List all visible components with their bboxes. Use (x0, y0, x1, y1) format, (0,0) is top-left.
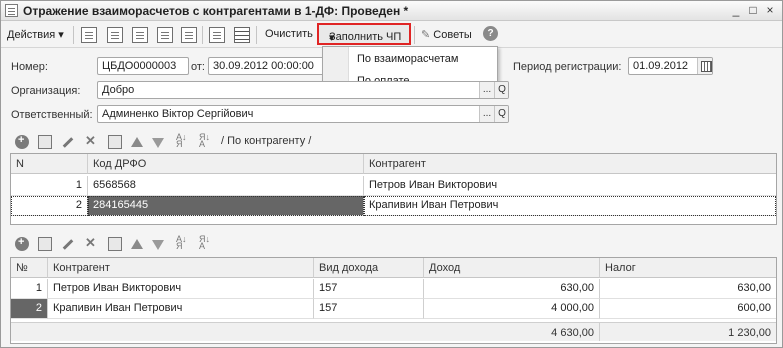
delete-row-icon[interactable]: ✕ (85, 235, 96, 251)
contractor-cell[interactable]: Петров Иван Викторович (364, 176, 776, 196)
contractor-cell[interactable]: Петров Иван Викторович (48, 279, 314, 299)
save-document-icon[interactable] (181, 27, 197, 43)
tips-label: Советы (433, 29, 472, 41)
tips-icon: ✎ (421, 29, 431, 41)
edit-row-icon[interactable] (62, 137, 74, 148)
search-icon[interactable]: Q (494, 82, 508, 98)
column-header-contractor[interactable]: Контрагент (364, 154, 776, 174)
row-number[interactable]: 2 (11, 196, 88, 216)
column-header-code[interactable]: Код ДРФО (88, 154, 364, 174)
contractors-table: N Код ДРФО Контрагент 1 6568568 Петров И… (10, 153, 777, 225)
organization-select-button[interactable]: ... (479, 82, 494, 98)
totals-spacer (11, 322, 424, 341)
clear-button[interactable]: Очистить (265, 28, 313, 40)
column-header-n[interactable]: № (11, 258, 48, 278)
document-icon (5, 4, 18, 17)
income-kind-cell[interactable]: 157 (314, 299, 424, 319)
sort-desc-icon[interactable]: Я↓ A (199, 133, 210, 149)
end-edit-icon[interactable] (108, 237, 122, 251)
menu-item-by-settlements[interactable]: По взаиморасчетам (357, 53, 458, 65)
tax-cell[interactable]: 600,00 (600, 299, 776, 319)
copy-row-icon[interactable] (38, 237, 52, 251)
reread-document-icon[interactable] (157, 27, 173, 43)
move-down-icon[interactable] (152, 240, 164, 250)
toolbar-divider (202, 26, 203, 44)
date-value: 30.09.2012 00:00:00 (213, 60, 314, 72)
structure-icon[interactable] (234, 27, 250, 43)
calendar-icon[interactable] (697, 58, 712, 74)
post-and-close-icon[interactable] (107, 27, 123, 43)
window-title: Отражение взаиморасчетов с контрагентами… (23, 4, 409, 18)
help-icon[interactable]: ? (483, 26, 498, 41)
column-header-n[interactable]: N (11, 154, 88, 174)
income-kind-cell[interactable]: 157 (314, 279, 424, 299)
minimize-button[interactable]: _ (728, 3, 744, 18)
end-edit-icon[interactable] (108, 135, 122, 149)
sort-desc-icon[interactable]: Я↓ A (199, 235, 210, 251)
number-field[interactable]: ЦБДО0000003 (97, 57, 189, 75)
tax-cell[interactable]: 630,00 (600, 279, 776, 299)
toolbar-divider (256, 26, 257, 44)
organization-field[interactable]: Добро ... Q (97, 81, 509, 99)
move-up-icon[interactable] (131, 239, 143, 249)
column-header-income-kind[interactable]: Вид дохода (314, 258, 424, 278)
chevron-down-icon: ▾ (329, 32, 335, 44)
contractor-cell[interactable]: Крапивин Иван Петрович (364, 196, 776, 216)
from-label: от: (191, 61, 205, 73)
tax-total: 1 230,00 (600, 322, 776, 341)
row-number-selected[interactable]: 2 (11, 299, 48, 319)
organization-value: Добро (102, 84, 135, 96)
responsible-label: Ответственный: (11, 109, 93, 121)
date-field[interactable]: 30.09.2012 00:00:00 (208, 57, 325, 75)
income-total: 4 630,00 (424, 322, 600, 341)
code-cell-selected[interactable]: 284165445 (88, 196, 364, 216)
fill-chp-button[interactable]: Заполнить ЧП ▾ (317, 23, 411, 45)
edit-row-icon[interactable] (62, 239, 74, 250)
code-cell[interactable]: 6568568 (88, 176, 364, 196)
fill-chp-label: Заполнить ЧП (329, 31, 402, 43)
add-row-icon[interactable] (15, 134, 29, 149)
responsible-select-button[interactable]: ... (479, 106, 494, 122)
copy-document-icon[interactable] (132, 27, 148, 43)
number-label: Номер: (11, 61, 48, 73)
income-cell[interactable]: 630,00 (424, 279, 600, 299)
post-document-icon[interactable] (81, 27, 97, 43)
column-header-contractor[interactable]: Контрагент (48, 258, 314, 278)
sort-asc-icon[interactable]: A↓ Я (176, 235, 187, 251)
responsible-value: Админенко Віктор Сергійович (102, 108, 254, 120)
income-table: № Контрагент Вид дохода Доход Налог 1 Пе… (10, 257, 777, 344)
add-row-icon[interactable] (15, 236, 29, 251)
toolbar-divider (73, 26, 74, 44)
copy-row-icon[interactable] (38, 135, 52, 149)
period-value: 01.09.2012 (633, 60, 689, 72)
contractor-cell[interactable]: Крапивин Иван Петрович (48, 299, 314, 319)
move-down-icon[interactable] (152, 138, 164, 148)
row-number[interactable]: 1 (11, 176, 88, 196)
period-field[interactable]: 01.09.2012 (628, 57, 713, 75)
column-header-tax[interactable]: Налог (600, 258, 776, 278)
search-icon[interactable]: Q (494, 106, 508, 122)
income-cell[interactable]: 4 000,00 (424, 299, 600, 319)
maximize-button[interactable]: □ (745, 3, 761, 18)
filter-label: / По контрагенту / (221, 135, 312, 147)
period-label: Период регистрации: (513, 61, 622, 73)
document-movements-icon[interactable] (209, 27, 225, 43)
document-window: Отражение взаиморасчетов с контрагентами… (0, 0, 783, 348)
column-header-income[interactable]: Доход (424, 258, 600, 278)
title-bar: Отражение взаиморасчетов с контрагентами… (1, 1, 782, 21)
responsible-field[interactable]: Админенко Віктор Сергійович ... Q (97, 105, 509, 123)
number-value: ЦБДО0000003 (102, 60, 177, 72)
organization-label: Организация: (11, 85, 81, 97)
toolbar-divider (414, 26, 415, 44)
row-number[interactable]: 1 (11, 279, 48, 299)
tips-button[interactable]: ✎ Советы (421, 28, 472, 41)
close-button[interactable]: × (762, 3, 778, 18)
chevron-down-icon: ▾ (58, 29, 64, 41)
move-up-icon[interactable] (131, 137, 143, 147)
sort-asc-icon[interactable]: A↓ Я (176, 133, 187, 149)
delete-row-icon[interactable]: ✕ (85, 133, 96, 149)
actions-label: Действия (7, 29, 56, 41)
actions-menu[interactable]: Действия ▾ (7, 28, 64, 41)
